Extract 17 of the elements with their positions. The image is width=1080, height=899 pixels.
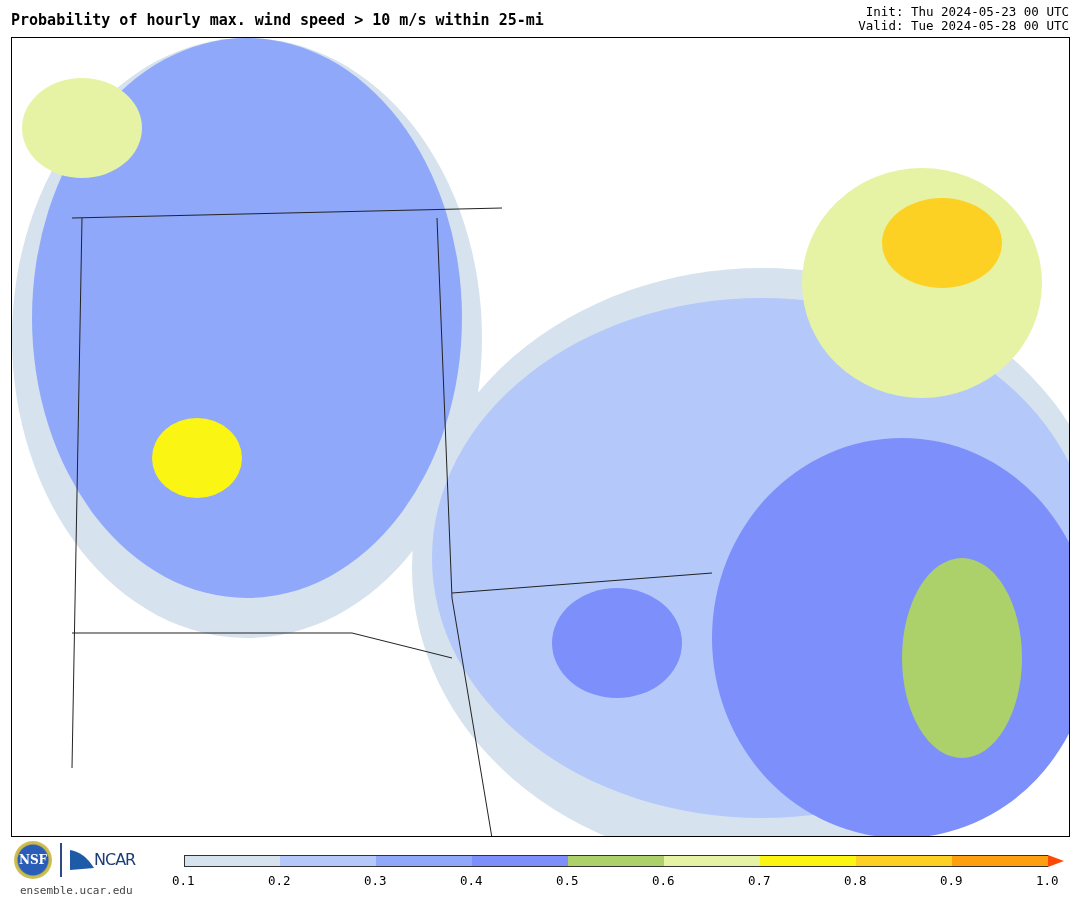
tick-label: 1.0 <box>1036 873 1059 888</box>
chart-title: Probability of hourly max. wind speed > 10 m/s within 25-mi <box>11 11 544 31</box>
valid-time: Valid: Tue 2024-05-28 00 UTC <box>858 19 1069 33</box>
nsf-logo: NSF <box>14 841 52 879</box>
tick-label: 0.3 <box>364 873 387 888</box>
init-time: Init: Thu 2024-05-23 00 UTC <box>864 3 1069 19</box>
website-label: ensemble.ucar.edu <box>20 883 134 899</box>
tick-label: 0.5 <box>556 873 579 888</box>
tick-label: 0.4 <box>460 873 483 888</box>
tick-label: 0.1 <box>172 873 195 888</box>
swoosh-icon <box>70 850 94 870</box>
tick-label: 0.9 <box>940 873 963 888</box>
tick-label: 0.8 <box>844 873 867 888</box>
tick-label: 0.7 <box>748 873 771 888</box>
tick-label: 0.2 <box>268 873 291 888</box>
ncar-logo: NCAR <box>94 849 136 871</box>
tick-label: 0.6 <box>652 873 675 888</box>
